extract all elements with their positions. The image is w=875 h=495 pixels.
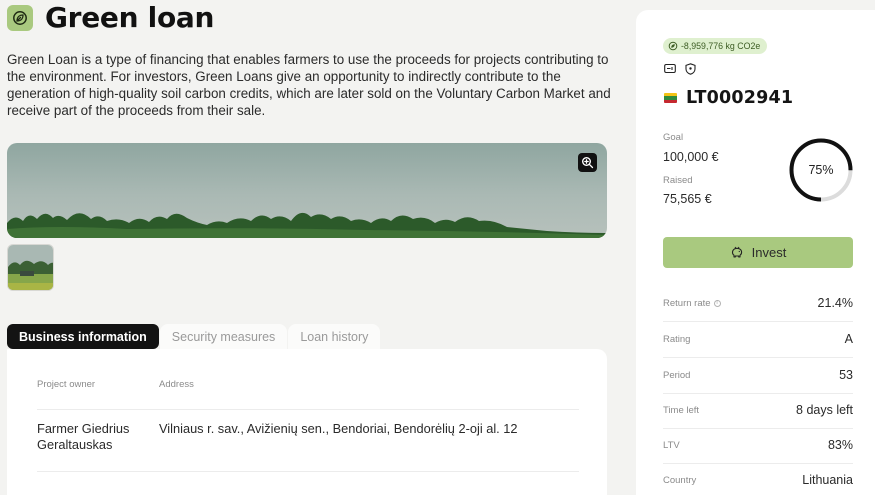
tab-loan-history[interactable]: Loan history (288, 324, 381, 349)
stat-value: 8 days left (796, 403, 853, 417)
stat-label: Rating (663, 333, 691, 345)
invest-button[interactable]: Invest (663, 237, 853, 268)
info-tabs: Business information Security measures L… (7, 324, 381, 349)
column-header-address: Address (159, 379, 194, 390)
co2-badge-text: -8,959,776 kg CO2e (681, 41, 761, 51)
stat-label: Return rate (663, 297, 711, 309)
table-divider (37, 409, 579, 410)
hero-image (7, 143, 607, 238)
stat-time-left: Time left 8 days left (663, 392, 853, 428)
stat-label: LTV (663, 439, 680, 451)
goal-label: Goal (663, 132, 684, 143)
raised-label: Raised (663, 175, 693, 186)
stat-country: Country Lithuania (663, 462, 853, 495)
stat-period: Period 53 (663, 357, 853, 393)
stat-label: Time left (663, 404, 700, 416)
project-owner-value: Farmer Giedrius Geraltauskas (37, 421, 130, 452)
stat-rating: Rating A (663, 321, 853, 357)
leaf-icon (7, 5, 33, 31)
table-divider (37, 471, 579, 472)
tab-security-measures[interactable]: Security measures (159, 324, 288, 349)
co2-badge: -8,959,776 kg CO2e (663, 38, 768, 54)
tab-business-information[interactable]: Business information (7, 324, 159, 349)
lithuania-flag-icon (664, 93, 677, 103)
loan-description: Green Loan is a type of financing that e… (7, 52, 611, 118)
shield-icon (685, 63, 696, 75)
stat-label: Country (663, 474, 697, 486)
gallery-thumbnail[interactable] (7, 244, 54, 291)
stat-value: 21.4% (817, 296, 853, 310)
stat-value: 83% (827, 438, 853, 452)
stat-value: 53 (839, 368, 853, 382)
stat-value: Lithuania (802, 473, 853, 487)
stat-return-rate: Return rate i 21.4% (663, 285, 853, 321)
loan-summary-panel: -8,959,776 kg CO2e LT0002941 Goal 100,00… (636, 10, 875, 495)
zoom-icon (582, 157, 594, 169)
loan-feature-icons (664, 63, 705, 75)
stat-ltv: LTV 83% (663, 427, 853, 463)
stat-value: A (844, 332, 853, 346)
business-info-card: Project owner Address Farmer Giedrius Ge… (7, 349, 607, 495)
loan-id-row: LT0002941 (664, 88, 793, 108)
co2-icon (668, 41, 678, 51)
page-title: Green loan (45, 1, 215, 34)
raised-value: 75,565 € (663, 192, 712, 206)
address-value: Vilniaus r. sav., Avižienių sen., Bendor… (159, 421, 518, 436)
info-icon[interactable]: i (713, 299, 721, 307)
piggy-bank-icon (731, 246, 742, 258)
goal-value: 100,000 € (663, 150, 719, 164)
zoom-button[interactable] (578, 153, 597, 172)
stat-label: Period (663, 369, 691, 381)
loan-id: LT0002941 (686, 88, 794, 108)
page-header: Green loan (7, 2, 214, 34)
invest-button-label: Invest (751, 245, 787, 260)
document-icon (664, 63, 676, 75)
funding-progress-text: 75% (808, 163, 834, 177)
column-header-project-owner: Project owner (37, 379, 96, 390)
